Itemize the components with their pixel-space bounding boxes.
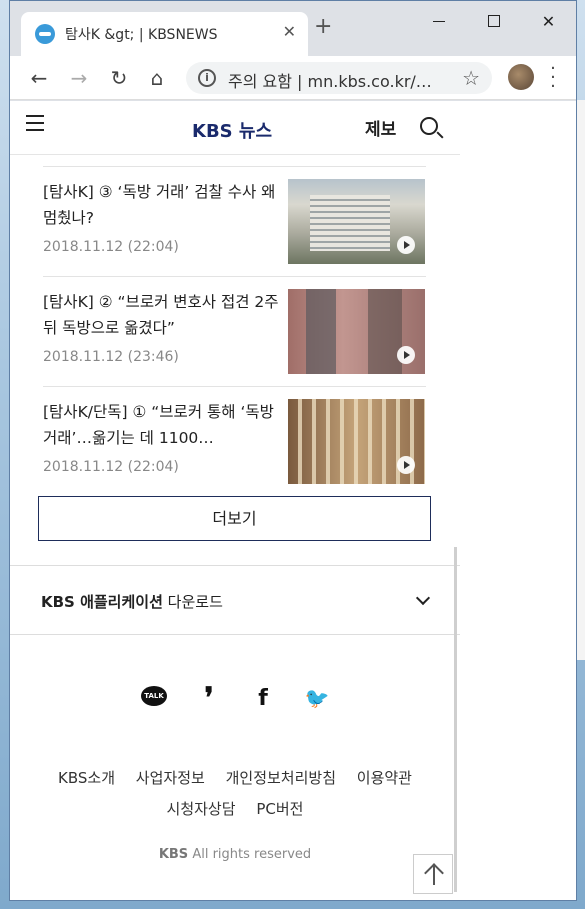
play-icon [397, 236, 415, 254]
address-bar[interactable]: i 주의 요함 | mn.kbs.co.kr/… ☆ [186, 62, 492, 94]
browser-window: 탐사K &gt; | KBSNEWS ✕ + ✕ ← → ↻ ⌂ i 주의 요함… [9, 0, 577, 901]
footer-row-2: 시청자상담 PC버전 [10, 794, 460, 825]
search-icon[interactable] [420, 117, 438, 135]
window-controls: ✕ [411, 1, 576, 41]
page-right-area [460, 101, 576, 900]
close-tab-icon[interactable]: ✕ [283, 22, 296, 41]
footer-link-viewer-center[interactable]: 시청자상담 [167, 800, 236, 818]
news-item[interactable]: [탐사K] ② “브로커 변호사 접견 2주 뒤 독방으로 옮겼다” 2018.… [43, 276, 426, 386]
footer-link-business[interactable]: 사업자정보 [136, 769, 205, 787]
page-viewport: KBS 뉴스 제보 [탐사K] ③ ‘독방 거래’ 검찰 수사 왜 멈췄나? 2… [10, 101, 576, 900]
news-date: 2018.11.12 (23:46) [43, 349, 179, 365]
news-item[interactable]: [탐사K/단독] ① “브로커 통해 ‘독방 거래’…옮기는 데 1100… 2… [43, 386, 426, 496]
back-button[interactable]: ← [26, 65, 52, 91]
title-bar: 탐사K &gt; | KBSNEWS ✕ + ✕ [10, 1, 576, 56]
kbs-favicon-icon [35, 24, 55, 44]
social-links: TALK ❜ f 🐦 [10, 684, 460, 712]
kbs-news-logo[interactable]: KBS 뉴스 [192, 117, 272, 143]
maximize-icon [487, 15, 500, 27]
minimize-icon [432, 20, 445, 22]
footer-link-terms[interactable]: 이용약관 [357, 769, 412, 787]
site-header: KBS 뉴스 제보 [10, 101, 460, 155]
footer-links: KBS소개 사업자정보 개인정보처리방침 이용약관 시청자상담 PC버전 [10, 763, 460, 825]
footer-link-privacy[interactable]: 개인정보처리방침 [226, 769, 336, 787]
page-scrollbar[interactable] [454, 547, 457, 892]
home-button[interactable]: ⌂ [144, 65, 170, 91]
address-text[interactable]: 주의 요함 | mn.kbs.co.kr/… [228, 68, 432, 92]
minimize-button[interactable] [411, 1, 466, 41]
profile-avatar[interactable] [508, 64, 534, 90]
twitter-icon[interactable]: 🐦 [305, 686, 330, 710]
news-title[interactable]: [탐사K] ③ ‘독방 거래’ 검찰 수사 왜 멈췄나? [43, 179, 283, 231]
news-date: 2018.11.12 (22:04) [43, 459, 179, 475]
footer-link-pc-version[interactable]: PC버전 [256, 800, 303, 818]
app-download-brand: KBS 애플리케이션 [41, 593, 163, 611]
news-title[interactable]: [탐사K] ② “브로커 변호사 접견 2주 뒤 독방으로 옮겼다” [43, 289, 283, 341]
kakaostory-icon[interactable]: ❜ [197, 684, 221, 712]
app-download-bar[interactable]: KBS 애플리케이션 다운로드 [10, 567, 460, 635]
app-download-label[interactable]: KBS 애플리케이션 다운로드 [41, 591, 223, 612]
footer-row-1: KBS소개 사업자정보 개인정보처리방침 이용약관 [10, 763, 460, 794]
play-icon [397, 346, 415, 364]
news-thumbnail[interactable] [288, 399, 425, 484]
reload-button[interactable]: ↻ [106, 65, 132, 91]
facebook-icon[interactable]: f [251, 686, 275, 711]
browser-toolbar: ← → ↻ ⌂ i 주의 요함 | mn.kbs.co.kr/… ☆ · · · [10, 56, 576, 100]
report-button[interactable]: 제보 [365, 115, 396, 140]
kakaotalk-icon[interactable]: TALK [141, 686, 167, 706]
scroll-to-top-button[interactable] [413, 854, 453, 894]
news-list: [탐사K] ③ ‘독방 거래’ 검찰 수사 왜 멈췄나? 2018.11.12 … [43, 166, 426, 496]
maximize-button[interactable] [466, 1, 521, 41]
copyright-brand: KBS [158, 847, 189, 862]
news-date: 2018.11.12 (22:04) [43, 239, 179, 255]
browser-tab[interactable]: 탐사K &gt; | KBSNEWS ✕ [21, 12, 308, 56]
more-button[interactable]: 더보기 [38, 496, 431, 541]
menu-dots-icon[interactable]: · · · [548, 60, 558, 96]
new-tab-button[interactable]: + [314, 15, 332, 39]
footer-link-about[interactable]: KBS소개 [58, 769, 115, 787]
info-icon[interactable]: i [198, 69, 216, 87]
chevron-down-icon[interactable] [415, 590, 431, 606]
mobile-page: KBS 뉴스 제보 [탐사K] ③ ‘독방 거래’ 검찰 수사 왜 멈췄나? 2… [10, 101, 460, 900]
close-window-button[interactable]: ✕ [521, 1, 576, 41]
copyright: KBS All rights reserved [10, 847, 460, 862]
news-thumbnail[interactable] [288, 289, 425, 374]
bookmark-star-icon[interactable]: ☆ [462, 66, 480, 90]
app-download-text: 다운로드 [167, 593, 223, 611]
copyright-text: All rights reserved [192, 847, 312, 862]
news-item[interactable]: [탐사K] ③ ‘독방 거래’ 검찰 수사 왜 멈췄나? 2018.11.12 … [43, 166, 426, 276]
news-thumbnail[interactable] [288, 179, 425, 264]
hamburger-menu-icon[interactable] [26, 115, 44, 136]
tab-title: 탐사K &gt; | KBSNEWS [65, 27, 218, 43]
play-icon [397, 456, 415, 474]
news-title[interactable]: [탐사K/단독] ① “브로커 통해 ‘독방 거래’…옮기는 데 1100… [43, 399, 283, 451]
forward-button[interactable]: → [66, 65, 92, 91]
section-divider [10, 556, 460, 566]
